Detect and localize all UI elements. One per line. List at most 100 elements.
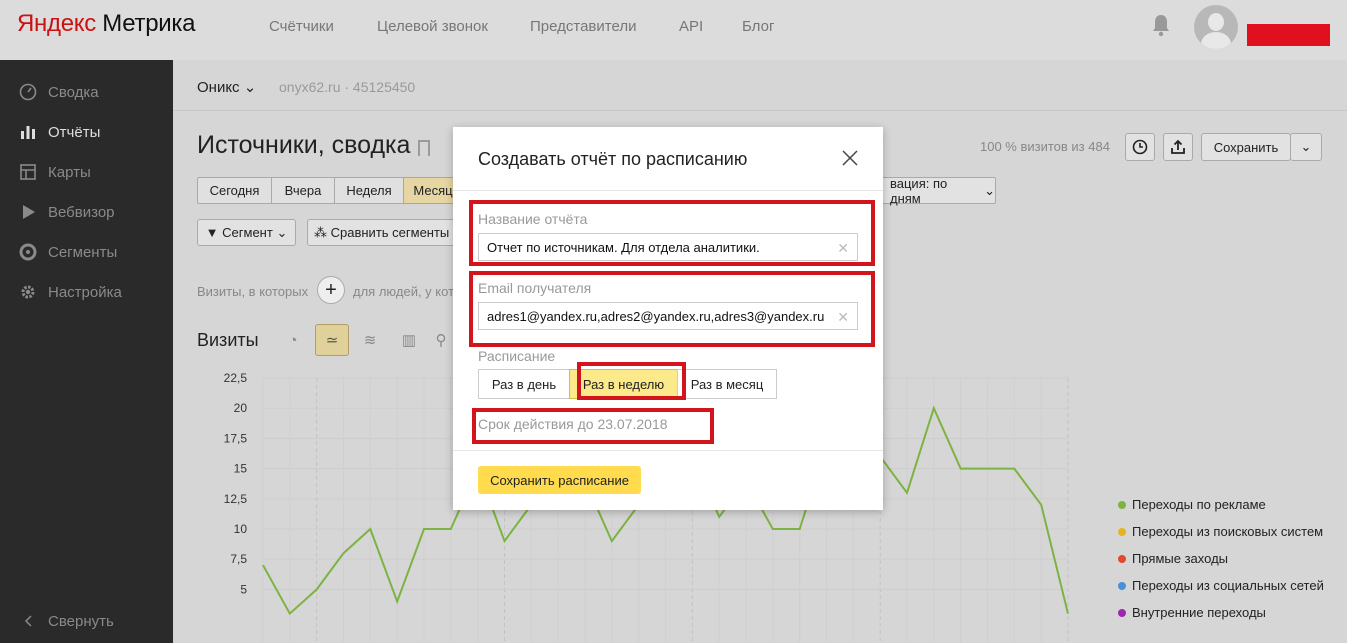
sidebar-label: Настройка <box>48 283 122 301</box>
y-tick-label: 10 <box>234 522 248 536</box>
sidebar-label: Сегменты <box>48 243 118 261</box>
legend-dot-icon <box>1118 554 1126 563</box>
save-dropdown-button[interactable]: ⌄ <box>1290 133 1322 161</box>
y-tick-label: 15 <box>234 462 248 476</box>
legend-label: Переходы из поисковых систем <box>1132 524 1324 539</box>
sidebar-item-webvisor[interactable]: Вебвизор <box>18 202 115 222</box>
nav-counters[interactable]: Счётчики <box>269 18 334 35</box>
y-tick-label: 20 <box>234 401 248 415</box>
pie-chart-icon: ◔ <box>288 331 298 349</box>
collapse-label: Свернуть <box>48 612 114 630</box>
legend-label: Переходы по рекламе <box>1132 497 1266 512</box>
chart-heading: Визиты <box>197 330 259 350</box>
chart-type-pie[interactable]: ◔ <box>276 324 310 356</box>
legend-dot-icon <box>1118 527 1126 536</box>
legend-item[interactable]: Переходы из поисковых систем <box>1118 524 1323 539</box>
bar-chart-icon <box>18 122 38 142</box>
gear-icon <box>18 282 38 302</box>
sidebar: Сводка Отчёты Карты Вебвизор Сегменты На… <box>0 60 173 643</box>
map-icon <box>18 162 38 182</box>
save-report-button[interactable]: Сохранить <box>1201 133 1291 161</box>
sidebar-item-summary[interactable]: Сводка <box>18 82 99 102</box>
period-today[interactable]: Сегодня <box>197 177 272 204</box>
compare-segments-button[interactable]: ⁂ Сравнить сегменты <box>307 219 457 246</box>
chevron-left-icon <box>18 611 38 631</box>
y-tick-label: 12,5 <box>224 492 248 506</box>
sidebar-item-maps[interactable]: Карты <box>18 162 91 182</box>
close-icon[interactable] <box>841 149 859 167</box>
filter-prefix: Визиты, в которых <box>197 284 309 299</box>
legend-item[interactable]: Прямые заходы <box>1118 551 1228 566</box>
compare-icon: ⁂ <box>314 224 327 240</box>
legend-dot-icon <box>1118 608 1126 617</box>
chart-type-area[interactable]: ≋ <box>353 324 387 356</box>
upload-icon <box>1171 139 1185 154</box>
legend-item[interactable]: Внутренние переходы <box>1118 605 1266 620</box>
export-button[interactable] <box>1163 133 1193 161</box>
sidebar-label: Отчёты <box>48 123 101 141</box>
legend-label: Внутренние переходы <box>1132 605 1266 620</box>
y-tick-label: 5 <box>240 582 247 596</box>
annotation-box-email <box>469 271 875 347</box>
pie-icon <box>18 242 38 262</box>
logo-brand: Яндекс <box>17 10 96 37</box>
chart-type-map[interactable]: ⚲ <box>431 324 451 356</box>
annotation-box-name <box>469 200 875 266</box>
chevron-down-icon: ⌄ <box>243 79 257 96</box>
filter-icon: ▼ <box>205 225 219 240</box>
nav-target-call[interactable]: Целевой звонок <box>377 18 488 35</box>
annotation-box-expiry <box>472 408 714 444</box>
legend-dot-icon <box>1118 500 1126 509</box>
y-tick-label: 17,5 <box>224 431 248 445</box>
period-week[interactable]: Неделя <box>334 177 404 204</box>
map-pin-icon: ⚲ <box>435 332 447 349</box>
period-yesterday[interactable]: Вчера <box>271 177 335 204</box>
modal-title: Создавать отчёт по расписанию <box>478 149 748 169</box>
sidebar-label: Карты <box>48 163 91 181</box>
sidebar-label: Вебвизор <box>48 203 115 221</box>
add-condition-button[interactable]: + <box>317 276 345 304</box>
sidebar-item-settings[interactable]: Настройка <box>18 282 122 302</box>
page-title: Источники, сводка <box>197 131 411 159</box>
chart-type-line[interactable]: ≃ <box>315 324 349 356</box>
segment-label: Сегмент <box>222 225 273 240</box>
bar-chart-icon: ▥ <box>401 332 417 349</box>
top-header: Яндекс Метрика Счётчики Целевой звонок П… <box>0 0 1347 60</box>
modal-divider <box>453 450 883 451</box>
chart-type-bar[interactable]: ▥ <box>392 324 426 356</box>
chevron-down-icon: ⌄ <box>276 224 288 240</box>
yandex-metrika-logo[interactable]: Яндекс Метрика <box>17 10 195 38</box>
dashboard-icon <box>18 82 38 102</box>
area-chart-icon: ≋ <box>363 332 377 349</box>
filter-suffix: для людей, у кото <box>353 284 462 299</box>
bell-icon[interactable] <box>1150 13 1172 37</box>
legend-item[interactable]: Переходы по рекламе <box>1118 497 1266 512</box>
legend-item[interactable]: Переходы из социальных сетей <box>1118 578 1324 593</box>
sidebar-item-segments[interactable]: Сегменты <box>18 242 117 262</box>
sidebar-item-reports[interactable]: Отчёты <box>18 122 100 142</box>
logo-product: Метрика <box>95 10 196 37</box>
sidebar-collapse-button[interactable]: Свернуть <box>18 611 114 631</box>
user-avatar[interactable] <box>1194 5 1238 49</box>
nav-representatives[interactable]: Представители <box>530 18 636 35</box>
schedule-daily[interactable]: Раз в день <box>478 369 570 399</box>
schedule-monthly[interactable]: Раз в месяц <box>677 369 777 399</box>
segment-button[interactable]: ▼ Сегмент ⌄ <box>197 219 296 246</box>
clock-icon <box>1132 139 1148 155</box>
annotation-box-weekly <box>577 362 686 400</box>
chevron-down-icon: ⌄ <box>1300 139 1312 154</box>
history-button[interactable] <box>1125 133 1155 161</box>
bookmark-icon[interactable] <box>418 140 430 156</box>
compare-label: Сравнить сегменты <box>330 225 450 240</box>
counter-selector[interactable]: Оникс ⌄ <box>197 78 256 96</box>
schedule-label: Расписание <box>478 348 556 364</box>
redacted-username <box>1247 24 1330 46</box>
legend-label: Прямые заходы <box>1132 551 1229 566</box>
save-schedule-button[interactable]: Сохранить расписание <box>478 466 641 494</box>
sidebar-label: Сводка <box>48 83 99 101</box>
legend-label: Переходы из социальных сетей <box>1132 578 1324 593</box>
nav-api[interactable]: API <box>679 18 703 35</box>
nav-blog[interactable]: Блог <box>742 18 774 35</box>
line-chart-icon: ≃ <box>325 332 339 349</box>
grouping-label: вация: по дням <box>890 175 948 206</box>
